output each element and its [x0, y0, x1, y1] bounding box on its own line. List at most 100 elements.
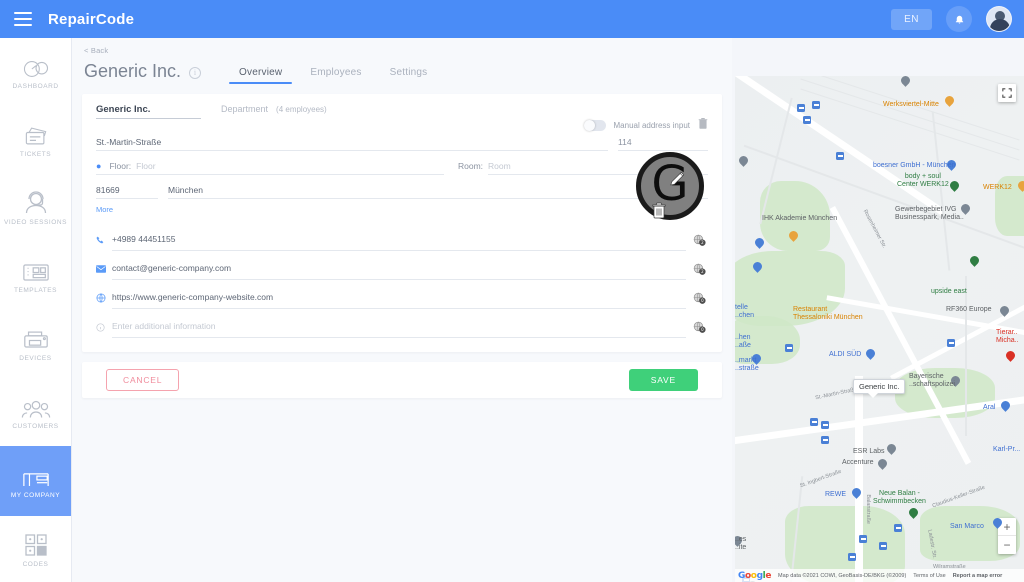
- mail-icon: [96, 265, 112, 273]
- map-pin[interactable]: [739, 156, 748, 168]
- additional-info-input[interactable]: Enter additional information: [112, 316, 686, 338]
- company-name-input[interactable]: Generic Inc.: [96, 104, 201, 119]
- sidebar-item-dashboard[interactable]: DASHBOARD: [0, 38, 71, 106]
- city-input[interactable]: München: [168, 185, 708, 199]
- map-pin[interactable]: [887, 444, 896, 456]
- street-row: St.-Martin-Straße 114: [96, 137, 708, 151]
- website-value: https://www.generic-company-website.com: [112, 292, 274, 302]
- info-icon[interactable]: i: [189, 67, 202, 79]
- map-transit-stop[interactable]: [859, 535, 867, 543]
- map-pin[interactable]: [909, 508, 918, 520]
- map-pin[interactable]: [789, 231, 798, 243]
- map-panel[interactable]: + − Werksviertel-Mitte boesner GmbH - Mü…: [735, 76, 1024, 582]
- map-pin[interactable]: [866, 349, 875, 361]
- visibility-globe-icon[interactable]: 2: [690, 234, 708, 247]
- back-link[interactable]: < Back: [84, 46, 732, 55]
- manual-address-toggle-row: Manual address input: [583, 116, 709, 134]
- form-actions: CANCEL SAVE: [82, 362, 722, 398]
- floor-input[interactable]: ● Floor: Floor: [96, 161, 444, 175]
- tickets-icon: [22, 121, 50, 147]
- visibility-globe-icon[interactable]: 2: [690, 263, 708, 276]
- fullscreen-icon[interactable]: [998, 84, 1016, 102]
- tab-bar: Overview Employees Settings: [225, 64, 441, 84]
- map-pin[interactable]: [1018, 181, 1024, 193]
- map-transit-stop[interactable]: [821, 436, 829, 444]
- map-transit-stop[interactable]: [947, 339, 955, 347]
- map-place-label: Karl-Pr...: [993, 446, 1021, 453]
- email-input[interactable]: contact@generic-company.com: [112, 258, 686, 280]
- house-number-input[interactable]: 114: [618, 137, 708, 151]
- map-pin[interactable]: [1000, 306, 1009, 318]
- map-marker-tooltip[interactable]: Generic Inc.: [853, 379, 906, 398]
- map-pin[interactable]: [1001, 401, 1010, 413]
- map-pin[interactable]: [945, 96, 954, 108]
- sidebar-item-tickets[interactable]: TICKETS: [0, 106, 71, 174]
- website-input[interactable]: https://www.generic-company-website.com: [112, 287, 686, 309]
- map-transit-stop[interactable]: [848, 553, 856, 561]
- tab-employees[interactable]: Employees: [296, 64, 375, 84]
- more-link[interactable]: More: [96, 205, 113, 214]
- map-pin[interactable]: [1006, 351, 1015, 363]
- visibility-globe-icon[interactable]: 0: [690, 321, 708, 334]
- logo-delete-icon[interactable]: [652, 175, 666, 231]
- map-pin[interactable]: [993, 518, 1002, 530]
- room-label: Room:: [458, 161, 484, 171]
- save-button[interactable]: SAVE: [628, 369, 698, 391]
- language-button[interactable]: EN: [891, 8, 932, 30]
- sidebar-item-label: TEMPLATES: [13, 287, 58, 295]
- sidebar-item-codes[interactable]: CODES: [0, 516, 71, 582]
- google-logo: Google: [738, 570, 772, 581]
- logo-edit-icon[interactable]: [669, 145, 687, 201]
- sidebar: DASHBOARD TICKETS VIDEO SESSIONS TEMPLAT…: [0, 38, 72, 582]
- map-place-label: boesner GmbH - München: [873, 162, 956, 169]
- visibility-globe-icon[interactable]: 0: [690, 292, 708, 305]
- map-pin[interactable]: [970, 256, 979, 268]
- map-transit-stop[interactable]: [879, 542, 887, 550]
- map-place-label: IHK Akademie München: [762, 215, 838, 222]
- avatar[interactable]: [986, 6, 1012, 32]
- map-pin[interactable]: [852, 488, 861, 500]
- contact-row: https://www.generic-company-website.com …: [96, 287, 708, 309]
- zip-city-row: 81669 München: [96, 185, 708, 199]
- sidebar-item-label: CUSTOMERS: [12, 423, 59, 431]
- map-place-label: REWE: [825, 491, 846, 498]
- map-transit-stop[interactable]: [797, 104, 805, 112]
- map-terms-link[interactable]: Terms of Use: [913, 573, 945, 579]
- map-pin[interactable]: [901, 76, 910, 88]
- zip-input[interactable]: 81669: [96, 185, 158, 199]
- sidebar-item-video-sessions[interactable]: VIDEO SESSIONS: [0, 174, 71, 242]
- map-report-link[interactable]: Report a map error: [953, 573, 1003, 579]
- sidebar-item-templates[interactable]: TEMPLATES: [0, 242, 71, 310]
- bell-icon[interactable]: [946, 6, 972, 32]
- map-pin[interactable]: [755, 238, 764, 250]
- map-transit-stop[interactable]: [810, 418, 818, 426]
- map-pin[interactable]: [753, 262, 762, 274]
- sidebar-item-devices[interactable]: DEVICES: [0, 310, 71, 378]
- trash-icon[interactable]: [698, 116, 708, 134]
- street-input[interactable]: St.-Martin-Straße: [96, 137, 608, 151]
- map-place-label: Accenture: [842, 459, 874, 466]
- map-transit-stop[interactable]: [894, 524, 902, 532]
- map-transit-stop[interactable]: [803, 116, 811, 124]
- devices-icon: [22, 325, 50, 351]
- company-logo[interactable]: G: [636, 152, 704, 220]
- department-input[interactable]: Department: [221, 104, 268, 114]
- map-street-label: Balanstraße: [864, 494, 871, 524]
- tab-overview[interactable]: Overview: [225, 64, 296, 84]
- manual-address-toggle[interactable]: [583, 119, 606, 131]
- map-pin[interactable]: [950, 181, 959, 193]
- phone-input[interactable]: +4989 44451155: [112, 229, 686, 251]
- cancel-button[interactable]: CANCEL: [106, 369, 180, 391]
- sidebar-item-my-company[interactable]: MY COMPANY: [0, 446, 71, 516]
- map-transit-stop[interactable]: [821, 421, 829, 429]
- sidebar-item-customers[interactable]: CUSTOMERS: [0, 378, 71, 446]
- map-transit-stop[interactable]: [836, 152, 844, 160]
- room-placeholder: Room: [488, 161, 511, 171]
- tab-settings[interactable]: Settings: [376, 64, 442, 84]
- hamburger-icon[interactable]: [14, 12, 32, 26]
- map-transit-stop[interactable]: [785, 344, 793, 352]
- map-place-label: Aral: [983, 404, 996, 411]
- map-pin[interactable]: [878, 459, 887, 471]
- zoom-out-button[interactable]: −: [998, 536, 1016, 554]
- map-transit-stop[interactable]: [812, 101, 820, 109]
